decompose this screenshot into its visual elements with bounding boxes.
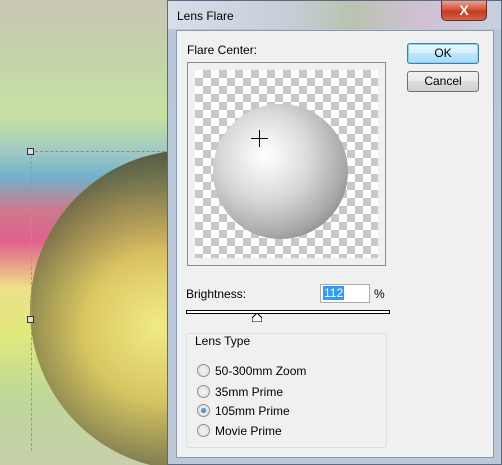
lens-option-label: 50-300mm Zoom [215, 364, 307, 378]
lens-option-label: 35mm Prime [215, 385, 284, 399]
flare-preview-frame [187, 62, 386, 266]
flare-preview-sphere [213, 104, 348, 239]
flare-center-label: Flare Center: [187, 43, 258, 57]
close-button[interactable]: X [441, 1, 487, 21]
title-bar[interactable]: Lens Flare X [168, 1, 501, 29]
flare-disc-preview [30, 150, 170, 465]
brightness-slider-track[interactable] [186, 310, 390, 314]
brightness-unit: % [374, 287, 385, 301]
radio-button[interactable] [197, 424, 210, 437]
selection-handle[interactable] [27, 148, 34, 155]
lens-option-label: Movie Prime [215, 424, 282, 438]
flare-preview-canvas[interactable] [195, 70, 378, 258]
cancel-button[interactable]: Cancel [407, 71, 479, 92]
selection-guide-horizontal [30, 151, 170, 152]
ok-button[interactable]: OK [407, 43, 479, 64]
slider-thumb-icon [252, 313, 263, 322]
flare-center-crosshair-icon[interactable] [251, 130, 269, 148]
radio-button[interactable] [197, 385, 210, 398]
dialog-client-area: Flare Center: OK Cancel Brightness: 112 … [176, 30, 494, 458]
selection-handle[interactable] [27, 316, 34, 323]
lens-option-label: 105mm Prime [215, 404, 290, 418]
document-canvas [0, 0, 170, 465]
selection-guide-vertical [31, 151, 32, 451]
brightness-value: 112 [323, 286, 345, 300]
radio-button[interactable] [197, 364, 210, 377]
lens-flare-dialog: Lens Flare X Flare Center: OK Cancel Bri… [167, 0, 502, 465]
brightness-label: Brightness: [186, 287, 247, 301]
lens-type-label: Lens Type [193, 334, 253, 348]
window-title: Lens Flare [177, 9, 234, 23]
radio-button[interactable] [197, 404, 210, 417]
brightness-input[interactable]: 112 [320, 284, 370, 303]
